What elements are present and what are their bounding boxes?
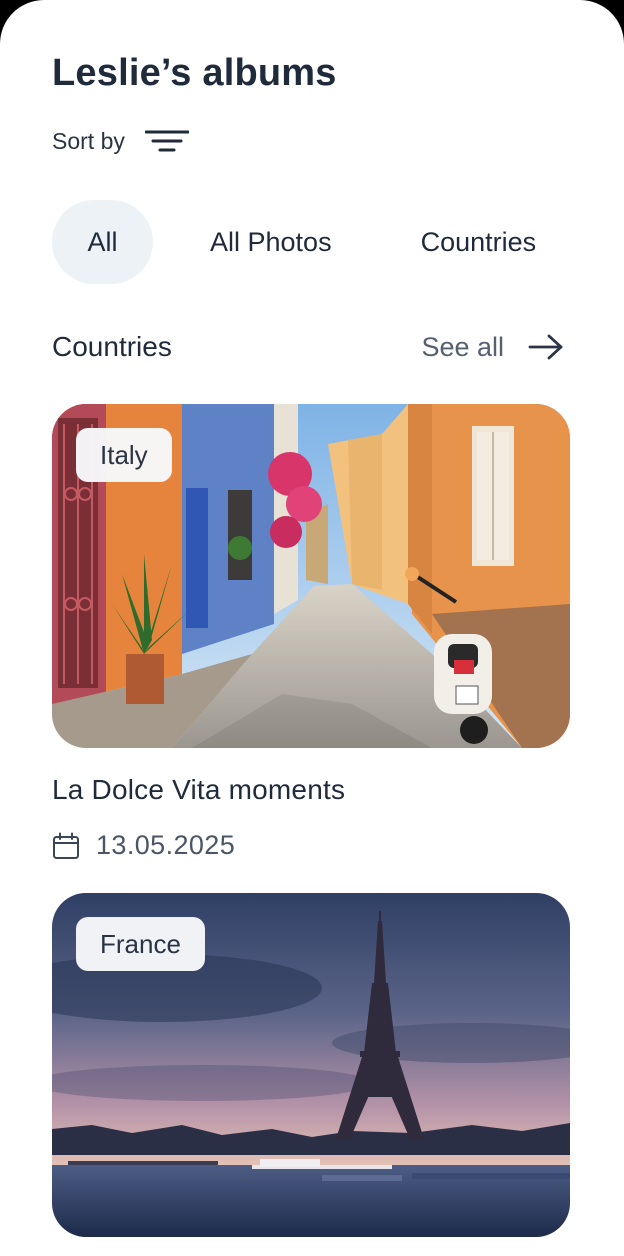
album-date: 13.05.2025	[52, 830, 235, 861]
album-card[interactable]: France	[52, 893, 570, 1237]
filter-chip-countries[interactable]: Countries	[421, 200, 537, 284]
section-header: Countries See all	[52, 326, 564, 368]
app-screen: Leslie’s albums Sort by All All Photos C…	[0, 0, 624, 1256]
arrow-right-icon	[528, 334, 563, 360]
filter-chip-all[interactable]: All	[52, 200, 153, 284]
album-cover-photo: Italy	[52, 404, 570, 748]
page-title: Leslie’s albums	[52, 52, 337, 94]
filter-chip-all-photos[interactable]: All Photos	[210, 200, 332, 284]
sort-icon	[144, 130, 189, 152]
see-all-label: See all	[421, 331, 504, 362]
album-title: La Dolce Vita moments	[52, 774, 346, 805]
country-tag: France	[76, 917, 205, 971]
album-cover-photo: France	[52, 893, 570, 1237]
album-card[interactable]: Italy La Dolce Vita moments 13.05.2025	[52, 404, 570, 860]
country-tag: Italy	[76, 428, 172, 482]
section-title: Countries	[52, 331, 172, 362]
album-date-text: 13.05.2025	[96, 830, 236, 860]
see-all-link[interactable]: See all	[421, 332, 564, 363]
calendar-icon	[53, 832, 79, 859]
sort-label: Sort by	[52, 127, 125, 154]
filter-tabs: All All Photos Countries	[52, 200, 536, 284]
sort-button[interactable]: Sort by	[52, 126, 189, 156]
